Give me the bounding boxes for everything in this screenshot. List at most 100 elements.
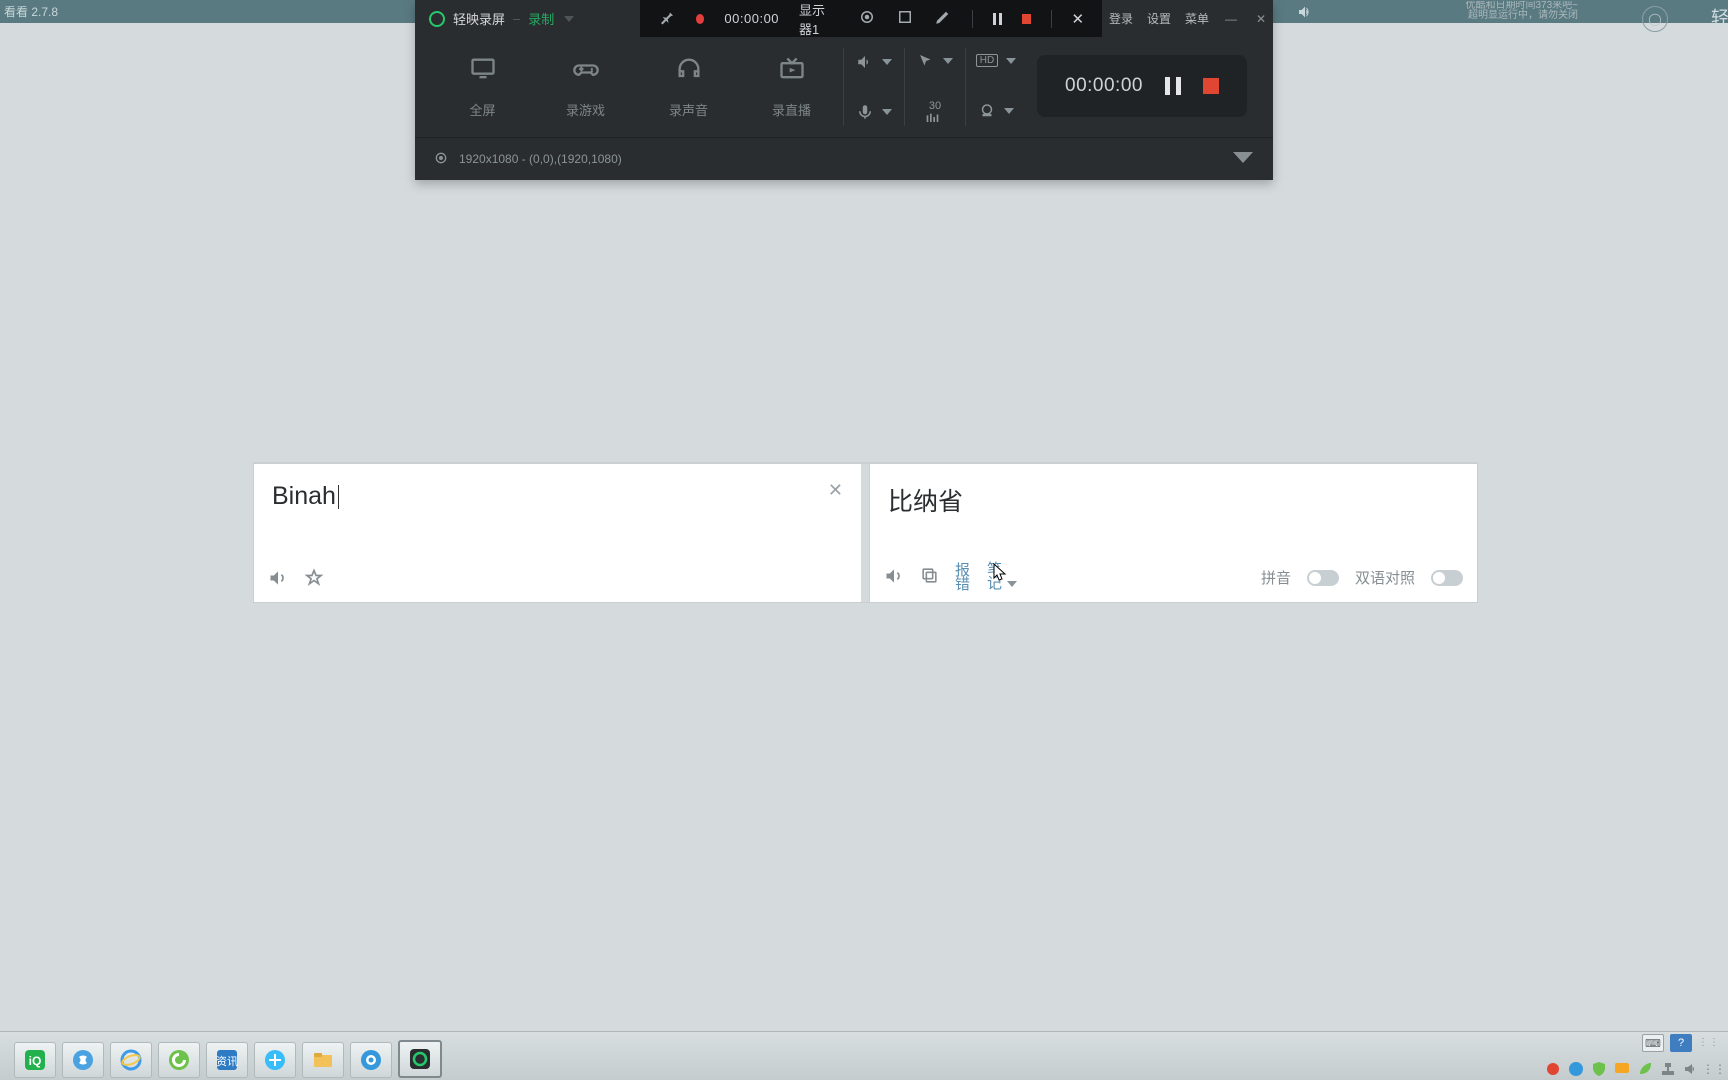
- login-link[interactable]: 登录: [1109, 10, 1133, 27]
- tray-network-icon[interactable]: [1660, 1061, 1676, 1077]
- taskbar-app-explorer[interactable]: [302, 1042, 344, 1078]
- mic-toggle[interactable]: [856, 103, 892, 121]
- chevron-down-icon: [1007, 581, 1017, 587]
- pause-button-small[interactable]: [993, 13, 1002, 25]
- recorder-brand: 轻映录屏 – 录制: [415, 9, 654, 28]
- mode-fullscreen[interactable]: 全屏: [431, 55, 534, 119]
- cursor-fps-column: 30: [905, 37, 965, 137]
- tv-icon: [778, 55, 806, 90]
- background-app-title: 看看 2.7.8: [4, 3, 58, 20]
- tray-record-icon[interactable]: [1545, 1061, 1561, 1077]
- target-footer: 报错 笔记 拼音 双语对照: [884, 563, 1463, 592]
- tray-shield-icon[interactable]: [1591, 1061, 1607, 1077]
- draw-icon[interactable]: [934, 8, 952, 29]
- monitor-icon: [469, 55, 497, 90]
- svg-text:资讯: 资讯: [216, 1055, 238, 1068]
- recorder-status-bar: 1920x1080 - (0,0),(1920,1080): [415, 137, 1273, 180]
- webcam-overlay-toggle[interactable]: [978, 102, 1014, 120]
- quality-toggle[interactable]: HD: [976, 54, 1016, 67]
- mode-live[interactable]: 录直播: [740, 55, 843, 119]
- clear-input-button[interactable]: ✕: [828, 480, 843, 501]
- record-indicator-icon: [696, 14, 704, 24]
- screen-recorder-window: 轻映录屏 – 录制 00:00:00 显示器1: [415, 0, 1273, 180]
- source-footer: [268, 568, 847, 592]
- recorder-modes-row: 全屏 录游戏 录声音 录直播: [415, 37, 1273, 137]
- recorder-control-bar: 00:00:00 显示器1 ✕: [640, 0, 1102, 37]
- tray-chat-icon[interactable]: [1614, 1061, 1630, 1077]
- webcam-icon[interactable]: [858, 8, 876, 29]
- watermark-text: 轻: [1711, 4, 1728, 30]
- stop-button-small[interactable]: [1022, 14, 1030, 24]
- settings-link[interactable]: 设置: [1147, 10, 1171, 27]
- quality-camera-column: HD: [966, 37, 1026, 137]
- system-tray: ⋮⋮: [1545, 1061, 1722, 1077]
- recorder-status-text: 1920x1080 - (0,0),(1920,1080): [459, 152, 622, 166]
- fps-toggle[interactable]: 30: [925, 100, 945, 122]
- translate-target-pane: 比纳省 报错 笔记 拼音 双语对照: [869, 463, 1478, 603]
- favorite-button[interactable]: [304, 568, 324, 592]
- speaker-mic-column: [844, 37, 904, 137]
- recorder-mode-dropdown[interactable]: 录制: [528, 9, 574, 28]
- translate-target-text: 比纳省: [870, 464, 1477, 518]
- taskbar-app-ie[interactable]: [110, 1042, 152, 1078]
- recorder-brand-label: 轻映录屏: [453, 9, 505, 28]
- speak-source-button[interactable]: [268, 568, 288, 592]
- taskbar-app-iqiyi[interactable]: iQ: [14, 1042, 56, 1078]
- taskbar-toolbox: ⌨ ? ⋮⋮: [1642, 1034, 1720, 1052]
- system-notification-line2: 超明显运行中，请勿关闭: [1318, 11, 1578, 21]
- taskbar-app-360se[interactable]: [158, 1042, 200, 1078]
- report-error-button[interactable]: 报错: [955, 564, 971, 592]
- mode-game[interactable]: 录游戏: [534, 55, 637, 119]
- close-button[interactable]: ✕: [1253, 11, 1269, 27]
- pin-icon[interactable]: [658, 8, 676, 29]
- translate-widget: Binah ✕ 比纳省 报错 笔记 拼音 双: [253, 462, 1478, 603]
- chevron-down-icon: [564, 16, 574, 22]
- pane-divider: [861, 463, 869, 603]
- target-icon: [433, 150, 449, 169]
- taskbar: ⌨ ? ⋮⋮ iQ 资讯 ⋮⋮: [0, 1031, 1728, 1080]
- tray-leaf-icon[interactable]: [1637, 1061, 1653, 1077]
- toolbox-grip-icon: ⋮⋮: [1698, 1040, 1720, 1046]
- translate-source-input[interactable]: Binah: [254, 464, 861, 511]
- taskbar-app-recorder[interactable]: [398, 1040, 442, 1078]
- minimize-button[interactable]: —: [1223, 11, 1239, 27]
- keyboard-indicator[interactable]: ⌨: [1642, 1034, 1664, 1052]
- system-volume-icon[interactable]: [1297, 4, 1313, 20]
- mode-audio[interactable]: 录声音: [637, 55, 740, 119]
- taskbar-app-sogou[interactable]: [62, 1042, 104, 1078]
- notes-button[interactable]: 笔记: [987, 563, 1017, 592]
- recorder-mode-current: 录制: [528, 9, 554, 28]
- recorder-titlebar: 轻映录屏 – 录制 00:00:00 显示器1: [415, 0, 1273, 37]
- cursor-capture-toggle[interactable]: [917, 52, 953, 70]
- menu-link[interactable]: 菜单: [1185, 10, 1209, 27]
- close-controlbar-button[interactable]: ✕: [1071, 10, 1084, 28]
- pinyin-toggle[interactable]: [1307, 570, 1339, 586]
- system-sound-toggle[interactable]: [856, 53, 892, 71]
- tray-overflow-icon[interactable]: ⋮⋮: [1706, 1061, 1722, 1077]
- help-indicator[interactable]: ?: [1670, 1034, 1692, 1052]
- tray-globe-icon[interactable]: [1568, 1061, 1584, 1077]
- svg-text:iQ: iQ: [29, 1054, 42, 1068]
- taskbar-app-news[interactable]: 资讯: [206, 1042, 248, 1078]
- stop-button[interactable]: [1203, 78, 1219, 94]
- speak-target-button[interactable]: [884, 566, 904, 590]
- monitor-selector[interactable]: 显示器1: [799, 0, 838, 38]
- pause-button[interactable]: [1165, 77, 1181, 95]
- chevron-down-icon: [943, 58, 953, 64]
- recorder-top-time: 00:00:00: [724, 11, 779, 26]
- mode-audio-label: 录声音: [669, 100, 708, 119]
- expand-down-icon[interactable]: [1233, 152, 1253, 163]
- translate-source-pane: Binah ✕: [253, 463, 861, 603]
- taskbar-app-browser2[interactable]: [350, 1042, 392, 1078]
- mode-fullscreen-label: 全屏: [469, 100, 495, 119]
- copy-button[interactable]: [920, 566, 939, 589]
- region-icon[interactable]: [896, 8, 914, 29]
- chevron-down-icon: [1004, 108, 1014, 114]
- tray-volume-icon[interactable]: [1683, 1061, 1699, 1077]
- chevron-down-icon: [1006, 58, 1016, 64]
- chevron-down-icon: [882, 109, 892, 115]
- taskbar-app-generic[interactable]: [254, 1042, 296, 1078]
- recorder-right-menu: 登录 设置 菜单 — ✕: [1109, 0, 1269, 37]
- divider: [972, 10, 973, 28]
- bilingual-toggle[interactable]: [1431, 570, 1463, 586]
